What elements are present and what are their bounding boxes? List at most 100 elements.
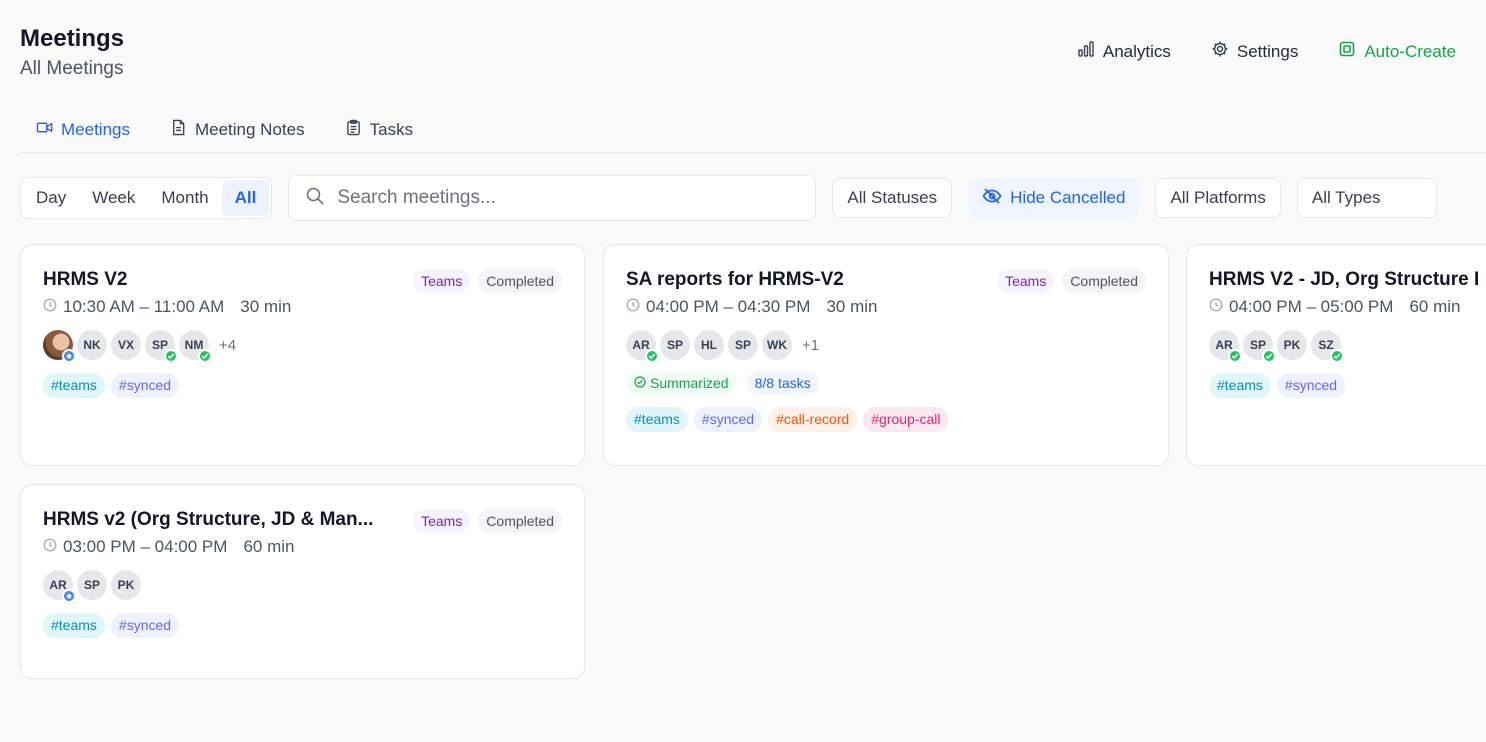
attendee-list: AR SP HL SP WK +1 [626,329,1146,363]
settings-button[interactable]: Settings [1211,40,1298,63]
page-header: Meetings All Meetings [20,24,124,80]
tag[interactable]: #group-call [863,407,949,432]
avatar[interactable]: PK [111,570,141,600]
platform-badge: Teams [413,509,471,533]
avatar-initials: SP [666,338,683,352]
meeting-card[interactable]: SA reports for HRMS-V2 Teams Completed 0… [603,244,1169,466]
more-attendees-count[interactable]: +4 [219,337,236,354]
avatar-initials: PK [1283,338,1301,352]
avatar[interactable]: NM [179,330,212,363]
check-icon [1228,349,1242,363]
tag[interactable]: #teams [626,407,688,432]
tasks-badge[interactable]: 8/8 tasks [746,371,819,395]
avatar[interactable]: AR [43,570,76,603]
star-icon [62,349,76,363]
avatar[interactable]: SZ [1311,330,1344,363]
type-select[interactable]: All Types [1296,178,1437,218]
avatar-initials: HL [701,338,717,352]
tab-tasks[interactable]: Tasks [345,118,413,142]
meeting-title: HRMS v2 (Org Structure, JD & Man... [43,509,374,530]
tab-meetings[interactable]: Meetings [36,118,130,142]
avatar[interactable]: SP [145,330,178,363]
avatar[interactable]: SP [77,570,107,600]
range-all-button[interactable]: All [221,180,270,216]
tag-list: #teams #synced #call-record #group-call [626,407,1146,432]
platform-select[interactable]: All Platforms [1155,178,1281,218]
meeting-duration: 60 min [243,537,295,556]
settings-label: Settings [1236,41,1299,61]
check-icon [1262,349,1276,363]
avatar[interactable]: NK [77,330,107,360]
avatar-initials: VX [117,338,134,352]
meeting-time-row: 04:00 PM – 05:00 PM 60 min [1209,297,1464,317]
filter-bar: Day Week Month All All Statuses Hide Can… [20,175,1437,221]
platform-badge: Teams [997,269,1055,293]
avatar[interactable]: VX [111,330,141,360]
hide-cancelled-label: Hide Cancelled [1010,188,1126,207]
tab-label: Meeting Notes [194,120,305,139]
avatar[interactable]: WK [762,330,792,360]
attendee-list: NK VX SP NM +4 [43,329,562,363]
search-box [288,175,817,221]
status-select[interactable]: All Statuses [832,178,953,218]
tag[interactable]: #teams [1209,373,1271,398]
tag[interactable]: #call-record [768,407,858,432]
check-circle-icon [634,374,646,392]
meeting-card[interactable]: HRMS V2 - JD, Org Structure I 04:00 PM –… [1186,244,1486,466]
tab-bar: Meetings Meeting Notes Tasks [20,118,1486,153]
avatar[interactable]: AR [1209,330,1242,363]
tag[interactable]: #synced [110,373,180,398]
auto-create-button[interactable]: Auto-Create [1338,40,1456,63]
meeting-card[interactable]: HRMS V2 Teams Completed 10:30 AM – 11:00… [20,244,585,466]
summary-row: Summarized 8/8 tasks [626,371,1146,395]
tag-list: #teams #synced [1209,373,1464,398]
tag[interactable]: #synced [693,407,763,432]
summarized-badge: Summarized [626,371,737,395]
clock-icon [43,537,57,557]
tab-meeting-notes[interactable]: Meeting Notes [170,118,305,142]
meeting-duration: 60 min [1409,297,1461,316]
more-attendees-count[interactable]: +1 [802,337,819,354]
avatar-initials: WK [767,338,787,352]
clock-icon [43,297,57,317]
tag[interactable]: #synced [110,613,180,638]
avatar[interactable]: HL [694,330,724,360]
range-month-button[interactable]: Month [148,180,221,216]
platform-badge: Teams [413,269,471,293]
avatar-initials: SP [83,578,100,592]
auto-create-label: Auto-Create [1364,41,1456,61]
tab-label: Meetings [61,120,130,139]
clock-icon [1209,297,1223,317]
avatar[interactable]: SP [660,330,690,360]
search-input[interactable] [337,187,800,209]
avatar[interactable] [43,330,76,363]
meeting-time: 04:00 PM – 04:30 PM [646,297,811,316]
eye-off-icon [982,187,1002,210]
star-icon [62,589,76,603]
check-icon [198,349,212,363]
avatar[interactable]: AR [626,330,659,363]
attendee-list: AR SP PK SZ [1209,329,1464,363]
range-week-button[interactable]: Week [79,180,148,216]
tag[interactable]: #teams [43,613,105,638]
meeting-card[interactable]: HRMS v2 (Org Structure, JD & Man... Team… [20,484,585,679]
meeting-title: HRMS V2 - JD, Org Structure I [1209,269,1480,290]
chip-icon [1338,40,1356,63]
meeting-title: SA reports for HRMS-V2 [626,269,844,290]
avatar-initials: PK [117,578,135,592]
status-badge: Completed [1062,269,1146,293]
header-actions: Analytics Settings Auto-Create [1077,40,1456,63]
analytics-button[interactable]: Analytics [1077,40,1171,63]
hide-cancelled-button[interactable]: Hide Cancelled [968,178,1140,218]
avatar[interactable]: SP [728,330,758,360]
avatar-initials: NK [83,338,101,352]
attendee-list: AR SP PK [43,569,562,603]
avatar[interactable]: SP [1243,330,1276,363]
tag[interactable]: #teams [43,373,105,398]
meeting-time: 10:30 AM – 11:00 AM [63,297,225,316]
check-icon [645,349,659,363]
tag[interactable]: #synced [1276,373,1346,398]
avatar[interactable]: PK [1277,330,1307,360]
check-icon [1330,349,1344,363]
range-day-button[interactable]: Day [23,180,79,216]
